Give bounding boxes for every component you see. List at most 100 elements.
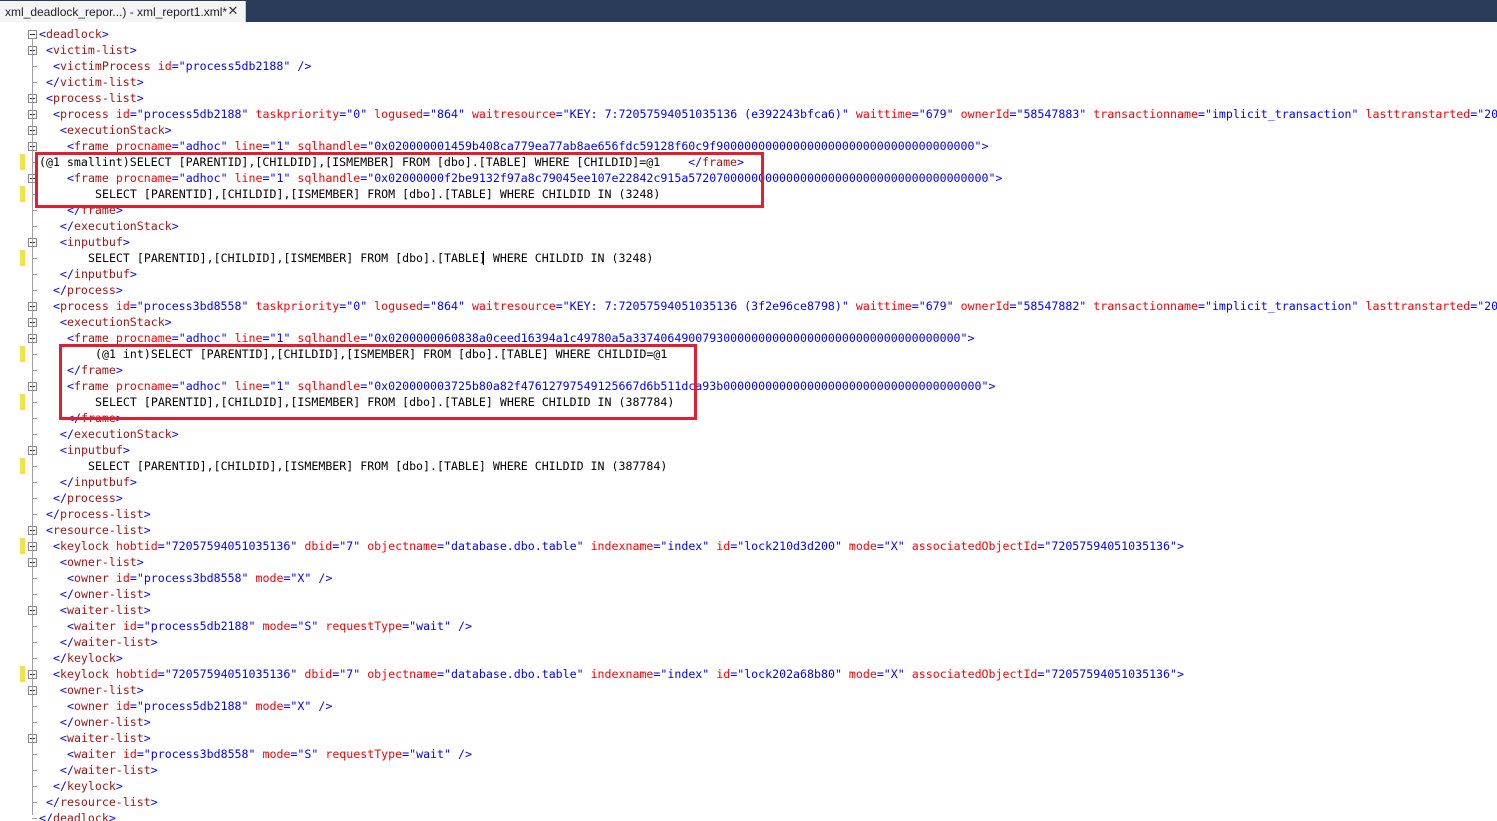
code-token: </ [60,635,74,649]
code-token: KEY: 7:72057594051035136 (e392243bfca6) [569,107,842,121]
code-token: process5db2188 [143,107,242,121]
code-token: =" [360,379,375,393]
code-text: <inputbuf> [60,442,130,458]
code-line: <executionStack> [0,122,1497,138]
code-token: waiter-list [66,603,144,617]
code-line: </waiter-list> [0,634,1497,650]
code-token: =" [555,107,570,121]
text-caret [483,251,484,265]
code-token: > [143,603,151,617]
code-text: <process id="process3bd8558" taskpriorit… [53,298,1497,314]
code-token: line [234,171,263,185]
code-token: adhoc [185,171,221,185]
code-token: line [234,379,263,393]
code-token: </ [67,203,81,217]
code-token: " [248,747,263,761]
code-token: =" [283,571,298,585]
code-token: line [234,331,263,345]
code-token: =" [653,667,668,681]
code-token: " [311,747,326,761]
code-token: process [59,107,109,121]
code-token: =" [555,299,570,313]
code-token: 0x0200000060838a0ceed16394a1c49780a5a337… [374,331,961,345]
code-token: taskpriority [255,107,340,121]
code-token: database.dbo.table [450,539,577,553]
document-tab[interactable]: xml_deadlock_repor...) - xml_report1.xml… [0,1,246,22]
code-line: <process-list> [0,90,1497,106]
code-token: logused [374,299,424,313]
code-text: </owner-list> [60,586,151,602]
code-token: mode [848,539,877,553]
code-token: > [108,811,116,821]
code-token: > [150,795,158,809]
change-marker [20,186,25,202]
code-token: < [60,123,67,137]
code-token: transactionname [1093,107,1198,121]
outline-tick [32,818,37,819]
code-token: dbid [304,667,333,681]
code-token: " [834,539,849,553]
code-token: frame [73,379,109,393]
code-token: < [67,171,74,185]
code-text: </waiter-list> [60,762,158,778]
code-token: =" [262,139,277,153]
code-token: < [60,683,67,697]
code-text: SELECT [PARENTID],[CHILDID],[ISMEMBER] F… [95,186,660,202]
code-token: =" [402,619,417,633]
code-token: > [129,43,137,57]
code-token: =" [283,699,298,713]
code-token: =" [339,107,354,121]
code-line: <frame procname="adhoc" line="1" sqlhand… [0,170,1497,186]
code-token: " [841,299,856,313]
code-token: " [576,539,591,553]
code-token: owner-list [66,683,137,697]
code-token: 864 [437,299,458,313]
code-token: " [241,299,256,313]
code-token: < [67,139,74,153]
code-token: deadlock [52,811,109,821]
code-token: resource-list [59,795,151,809]
code-token: frame [80,411,116,425]
code-token: process5db2188 [185,59,284,73]
code-token: sqlhandle [297,171,361,185]
code-token: =" [360,171,375,185]
code-token: inputbuf [66,443,123,457]
code-line: <victimProcess id="process5db2188" /> [0,58,1497,74]
code-token: =" [332,667,347,681]
code-token: " [353,539,368,553]
document-tab-title: xml_deadlock_repor...) - xml_report1.xml… [5,4,228,19]
code-text: SELECT [PARENTID],[CHILDID],[ISMEMBER] F… [88,250,653,266]
code-token: < [60,443,67,457]
code-token: frame [80,203,116,217]
code-token: 0x020000001459b408ca779ea77ab8ae656fdc59… [374,139,975,153]
code-token: =" [402,747,417,761]
code-token: process5db2188 [143,699,242,713]
code-token: waiter-list [73,635,151,649]
code-token: "> [1170,667,1184,681]
code-text: </deadlock> [39,810,116,821]
code-token: =" [437,667,451,681]
code-token: " [220,379,235,393]
code-token: </ [60,427,74,441]
code-token: " /> [304,699,333,713]
code-line: </frame> [0,362,1497,378]
code-token: 679 [925,107,947,121]
code-line: </executionStack> [0,426,1497,442]
code-token: frame [73,139,109,153]
code-token: " [897,667,912,681]
close-icon[interactable]: ✕ [225,3,241,19]
code-token: resource-list [52,523,144,537]
code-token: inputbuf [73,267,130,281]
code-token: frame [73,171,109,185]
code-token: </ [53,779,67,793]
xml-editor[interactable]: <deadlock> <victim-list> <victimProcess id… [0,22,1497,821]
code-token: transactionname [1093,299,1198,313]
code-token: < [53,667,60,681]
code-token: < [67,619,74,633]
code-text: </owner-list> [60,714,151,730]
code-line: <process id="process3bd8558" taskpriorit… [0,298,1497,314]
code-token: process5db2188 [150,619,249,633]
